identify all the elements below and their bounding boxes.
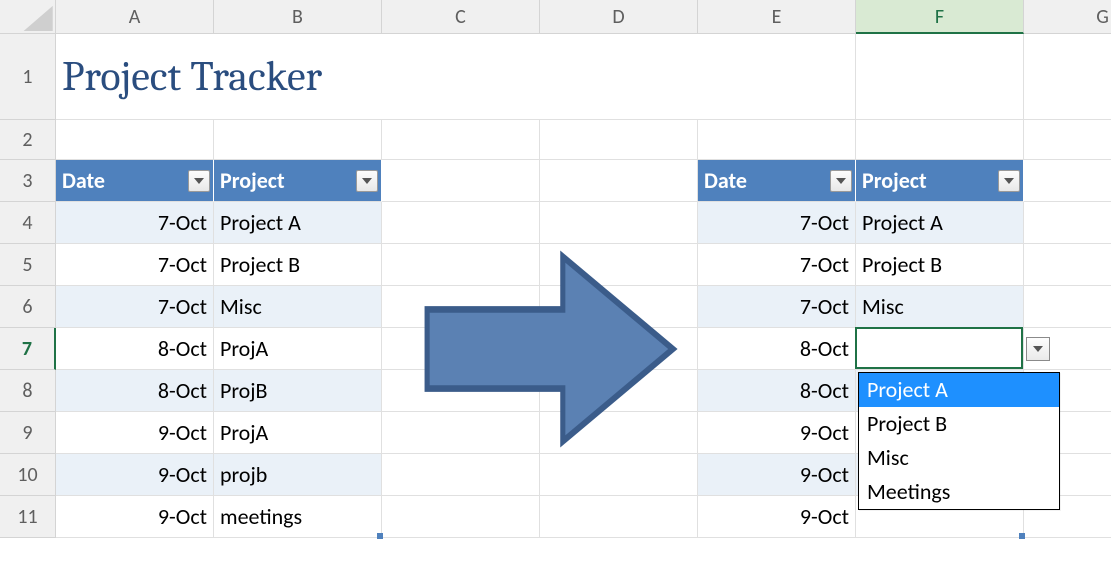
cell-c11[interactable] — [382, 496, 540, 538]
row-header-10[interactable]: 10 — [0, 454, 56, 496]
cell-g6[interactable] — [1024, 286, 1111, 328]
left_table-header-0: Date — [56, 160, 214, 202]
column-header-b[interactable]: B — [214, 0, 382, 34]
cell-d9[interactable] — [540, 412, 698, 454]
left_table-date-3[interactable]: 8-Oct — [56, 328, 214, 370]
row-header-3[interactable]: 3 — [0, 160, 56, 202]
right_table-header-1: Project — [856, 160, 1024, 202]
left_table-date-6[interactable]: 9-Oct — [56, 454, 214, 496]
cell-d10[interactable] — [540, 454, 698, 496]
cell-c8[interactable] — [382, 370, 540, 412]
table-resize-handle[interactable] — [377, 533, 383, 539]
column-header-f[interactable]: F — [856, 0, 1024, 34]
column-header-g[interactable]: G — [1024, 0, 1111, 34]
left_table-date-4[interactable]: 8-Oct — [56, 370, 214, 412]
cell-c4[interactable] — [382, 202, 540, 244]
cell-c2[interactable] — [382, 120, 540, 160]
right_table-date-6[interactable]: 9-Oct — [698, 454, 856, 496]
left_table-project-4[interactable]: ProjB — [214, 370, 382, 412]
cell-b2[interactable] — [214, 120, 382, 160]
row-header-1[interactable]: 1 — [0, 34, 56, 120]
right_table-project-2[interactable]: Misc — [856, 286, 1024, 328]
row-header-7[interactable]: 7 — [0, 328, 56, 370]
cell-g2[interactable] — [1024, 120, 1111, 160]
right_table-date-7[interactable]: 9-Oct — [698, 496, 856, 538]
filter-dropdown-icon[interactable] — [356, 170, 378, 192]
cell-a2[interactable] — [56, 120, 214, 160]
right_table-project-3[interactable] — [856, 328, 1024, 370]
select-all-corner[interactable] — [0, 0, 56, 34]
cell-g1[interactable] — [1024, 34, 1111, 120]
cell-d5[interactable] — [540, 244, 698, 286]
cell-c7[interactable] — [382, 328, 540, 370]
dropdown-option[interactable]: Misc — [859, 441, 1059, 475]
cell-d4[interactable] — [540, 202, 698, 244]
left_table-project-2[interactable]: Misc — [214, 286, 382, 328]
column-header-a[interactable]: A — [56, 0, 214, 34]
right_table-project-0[interactable]: Project A — [856, 202, 1024, 244]
cell-c3[interactable] — [382, 160, 540, 202]
filter-dropdown-icon[interactable] — [188, 170, 210, 192]
cell-g5[interactable] — [1024, 244, 1111, 286]
row-header-5[interactable]: 5 — [0, 244, 56, 286]
left_table-project-3[interactable]: ProjA — [214, 328, 382, 370]
cell-g3[interactable] — [1024, 160, 1111, 202]
cell-d6[interactable] — [540, 286, 698, 328]
cell-e2[interactable] — [698, 120, 856, 160]
left_table-date-7[interactable]: 9-Oct — [56, 496, 214, 538]
right_table-project-1[interactable]: Project B — [856, 244, 1024, 286]
left_table-date-5[interactable]: 9-Oct — [56, 412, 214, 454]
row-header-2[interactable]: 2 — [0, 120, 56, 160]
left_table-date-1[interactable]: 7-Oct — [56, 244, 214, 286]
left_table-project-1[interactable]: Project B — [214, 244, 382, 286]
left_table-project-5[interactable]: ProjA — [214, 412, 382, 454]
row-header-11[interactable]: 11 — [0, 496, 56, 538]
column-header-e[interactable]: E — [698, 0, 856, 34]
right_table-date-0[interactable]: 7-Oct — [698, 202, 856, 244]
cell-d3[interactable] — [540, 160, 698, 202]
cell-c6[interactable] — [382, 286, 540, 328]
row-header-4[interactable]: 4 — [0, 202, 56, 244]
data-validation-dropdown-button[interactable] — [1026, 337, 1050, 361]
right_table-date-2[interactable]: 7-Oct — [698, 286, 856, 328]
right_table-date-3[interactable]: 8-Oct — [698, 328, 856, 370]
page-title: Project Tracker — [56, 34, 698, 120]
filter-dropdown-icon[interactable] — [998, 170, 1020, 192]
data-validation-dropdown-list[interactable]: Project AProject BMiscMeetings — [858, 372, 1060, 510]
right_table-date-1[interactable]: 7-Oct — [698, 244, 856, 286]
dropdown-option[interactable]: Project B — [859, 407, 1059, 441]
left_table-project-7[interactable]: meetings — [214, 496, 382, 538]
dropdown-option[interactable]: Project A — [859, 373, 1059, 407]
column-header-c[interactable]: C — [382, 0, 540, 34]
cell-d11[interactable] — [540, 496, 698, 538]
left_table-project-6[interactable]: projb — [214, 454, 382, 496]
right_table-date-4[interactable]: 8-Oct — [698, 370, 856, 412]
right_table-date-5[interactable]: 9-Oct — [698, 412, 856, 454]
cell-d7[interactable] — [540, 328, 698, 370]
left_table-date-2[interactable]: 7-Oct — [56, 286, 214, 328]
right_table-header-0: Date — [698, 160, 856, 202]
dropdown-option[interactable]: Meetings — [859, 475, 1059, 509]
filter-dropdown-icon[interactable] — [830, 170, 852, 192]
column-header-d[interactable]: D — [540, 0, 698, 34]
row-header-8[interactable]: 8 — [0, 370, 56, 412]
table-resize-handle[interactable] — [1019, 533, 1025, 539]
cell-g4[interactable] — [1024, 202, 1111, 244]
row-header-9[interactable]: 9 — [0, 412, 56, 454]
left_table-project-0[interactable]: Project A — [214, 202, 382, 244]
cell-f2[interactable] — [856, 120, 1024, 160]
cell-e1[interactable] — [698, 34, 856, 120]
left_table-date-0[interactable]: 7-Oct — [56, 202, 214, 244]
cell-c9[interactable] — [382, 412, 540, 454]
cell-c10[interactable] — [382, 454, 540, 496]
cell-f1[interactable] — [856, 34, 1024, 120]
cell-c5[interactable] — [382, 244, 540, 286]
left_table-header-1: Project — [214, 160, 382, 202]
row-header-6[interactable]: 6 — [0, 286, 56, 328]
cell-d8[interactable] — [540, 370, 698, 412]
cell-d2[interactable] — [540, 120, 698, 160]
